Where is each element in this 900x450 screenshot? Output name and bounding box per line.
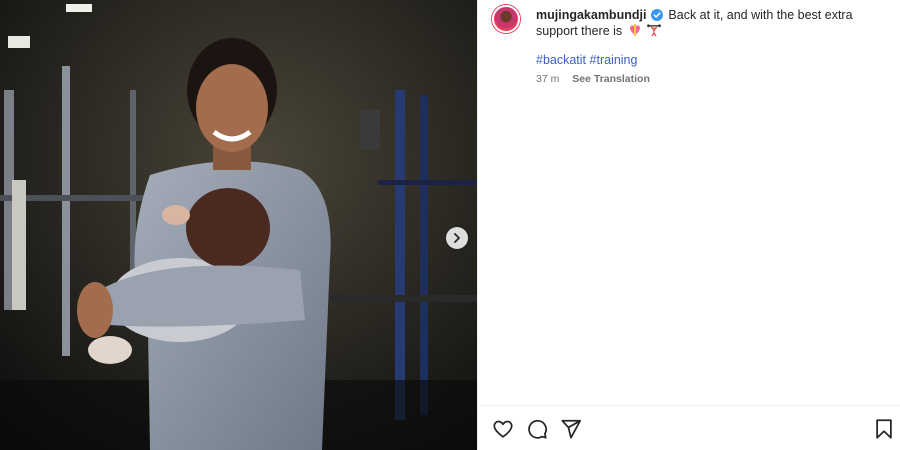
save-button[interactable] — [873, 418, 895, 440]
username-link[interactable]: mujingakambundji — [536, 8, 646, 22]
action-bar — [478, 405, 900, 450]
post-meta: 37 m See Translation — [536, 73, 650, 85]
heart-ribbon-emoji-icon — [629, 24, 640, 36]
caption: mujingakambundji Back at it, and with th… — [536, 7, 892, 39]
photo-scene — [0, 0, 477, 450]
chevron-right-icon — [454, 233, 460, 243]
hashtag-link[interactable]: #backatit — [536, 53, 586, 67]
post-photo[interactable] — [0, 0, 477, 450]
hashtag-link[interactable]: #training — [590, 53, 638, 67]
weightlifter-emoji-icon — [647, 24, 662, 37]
see-translation-link[interactable]: See Translation — [572, 73, 650, 85]
post-timestamp: 37 m — [536, 73, 560, 85]
post-side-panel: mujingakambundji Back at it, and with th… — [477, 0, 900, 450]
next-photo-button[interactable] — [446, 227, 468, 249]
like-button[interactable] — [492, 418, 514, 440]
comment-button[interactable] — [526, 418, 548, 440]
hashtags: #backatit #training — [536, 53, 637, 67]
avatar[interactable] — [492, 5, 520, 33]
verified-badge-icon — [650, 9, 663, 21]
share-button[interactable] — [560, 418, 582, 440]
